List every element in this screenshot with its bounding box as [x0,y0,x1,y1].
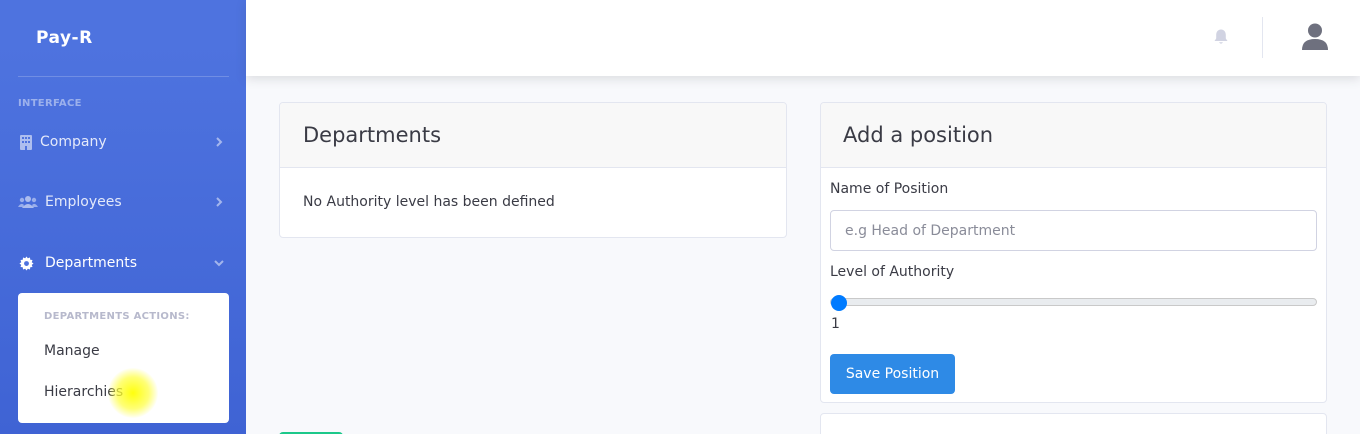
users-icon [18,194,38,210]
authority-slider-track[interactable] [830,298,1317,306]
sidebar-item-label: Departments [45,255,138,271]
sidebar-item-company[interactable]: Company [0,122,246,162]
position-name-label: Name of Position [830,181,949,197]
sidebar-item-departments[interactable]: Departments [0,243,246,283]
authority-level-label: Level of Authority [830,264,955,280]
add-position-card: Add a position Name of Position Level of… [820,102,1327,403]
save-position-button[interactable]: Save Position [830,354,955,394]
user-icon[interactable] [1300,22,1330,52]
menu-item-manage[interactable]: Manage [44,343,100,359]
position-name-input[interactable] [830,210,1317,251]
menu-item-hierarchies[interactable]: Hierarchies [44,384,123,400]
card-title: Departments [280,103,786,168]
empty-message: No Authority level has been defined [303,194,555,210]
authority-level-value: 1 [831,316,840,332]
sidebar-item-label: Company [40,134,107,150]
chevron-down-icon [214,260,224,267]
sidebar-heading: INTERFACE [18,98,82,109]
sidebar: Pay-R INTERFACE Company Employees Depart… [0,0,246,434]
next-card [820,413,1327,434]
chevron-right-icon [216,197,223,207]
building-icon [18,134,34,150]
departments-card: Departments No Authority level has been … [279,102,787,238]
departments-actions-menu: DEPARTMENTS ACTIONS: Manage Hierarchies [18,293,229,423]
chevron-right-icon [216,137,223,147]
sidebar-item-employees[interactable]: Employees [0,182,246,222]
sidebar-item-label: Employees [45,194,122,210]
authority-slider-thumb[interactable] [831,295,847,311]
gear-icon [18,255,34,271]
departments-actions-header: DEPARTMENTS ACTIONS: [44,311,190,322]
topbar [246,0,1360,76]
brand-logo[interactable]: Pay-R [36,28,93,48]
card-title: Add a position [821,103,1326,168]
topbar-divider [1262,17,1263,58]
sidebar-divider [18,76,229,77]
bell-icon[interactable] [1212,28,1230,46]
